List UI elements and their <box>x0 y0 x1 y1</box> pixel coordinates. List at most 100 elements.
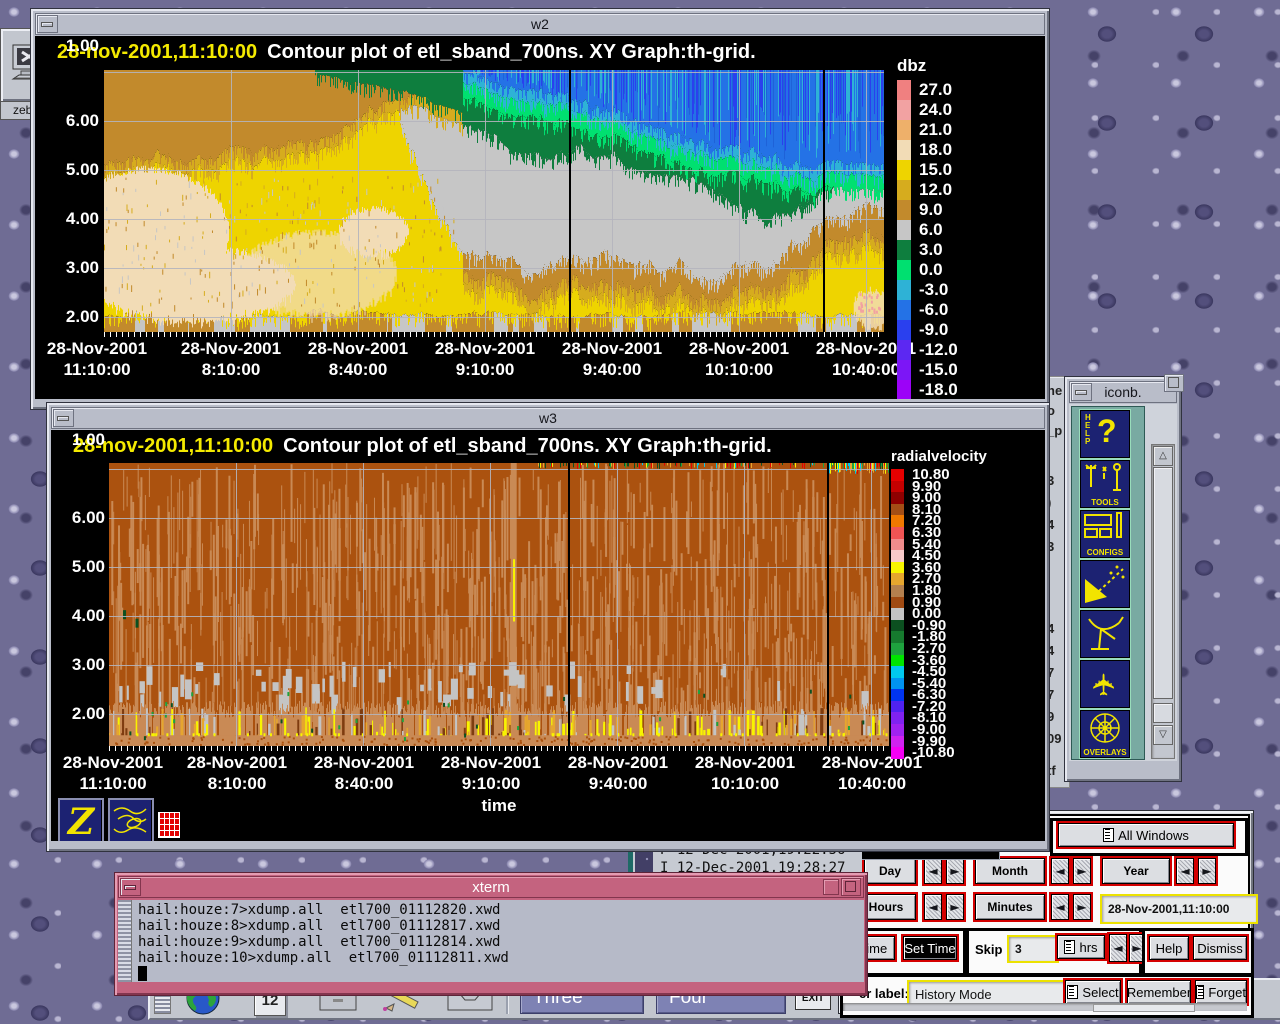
skip-back-button[interactable]: ◄ <box>1109 934 1127 962</box>
skip-field[interactable]: 3 <box>1007 935 1059 963</box>
y-tick-label: 5.00 <box>51 557 105 577</box>
resize-corner[interactable] <box>1164 374 1184 392</box>
x-tick-label: 28-Nov-200110:10:00 <box>683 752 807 794</box>
iconbox-window: iconb. HELP ? TOOLS <box>1064 376 1182 782</box>
x-tick-label: 28-Nov-20019:40:00 <box>550 338 674 380</box>
help-tool-icon[interactable]: HELP ? <box>1080 410 1130 458</box>
skip-group: Skip 3 hrs ◄ ► <box>966 928 1142 976</box>
desktop: 12 Three Four <box>0 0 1280 1024</box>
colorbar-entry: 24.0 <box>897 100 1037 120</box>
colorbar-value: -3.0 <box>919 280 948 300</box>
antenna-tool-icon[interactable] <box>1080 610 1130 658</box>
year-prev-button[interactable]: ◄ <box>1176 858 1194 884</box>
y-tick-label: 5.00 <box>43 160 99 180</box>
terminal-scrollbar[interactable] <box>118 900 132 982</box>
zebra-logo-icon[interactable]: Z <box>58 798 104 841</box>
x-tick-label: 28-Nov-20018:10:00 <box>169 338 293 380</box>
month-next-button[interactable]: ► <box>1073 858 1091 884</box>
dismiss-button[interactable]: Dismiss <box>1193 936 1247 960</box>
minimize-icon[interactable] <box>37 15 58 33</box>
colorbar-value: 27.0 <box>919 80 952 100</box>
panel-scrollbar-thumb[interactable] <box>1093 1004 1195 1012</box>
colorbar-value: -18.0 <box>919 380 958 399</box>
color-swatch <box>891 492 904 504</box>
year-button[interactable]: Year <box>1102 858 1170 884</box>
time-axis: 28-Nov-20018:10:00 28-Nov-20018:40:00 28… <box>35 338 1039 384</box>
month-prev-button[interactable]: ◄ <box>1051 858 1069 884</box>
colorbar-value: -10.80 <box>912 744 955 761</box>
scroll-down-icon[interactable]: ▽ <box>1153 725 1173 745</box>
color-swatch <box>897 200 911 220</box>
colorbar-value: -9.0 <box>919 320 948 340</box>
terminal-line: hail:houze:8>xdump.all etl700_01112817.x… <box>138 918 864 934</box>
maximize-icon[interactable] <box>841 878 861 896</box>
scrollbar-box[interactable] <box>1153 703 1173 723</box>
skip-unit-button[interactable]: hrs <box>1057 935 1105 959</box>
xterm-titlebar[interactable]: xterm <box>118 876 864 898</box>
contour-tool-icon[interactable] <box>108 798 154 841</box>
color-swatch <box>891 597 904 609</box>
color-swatch <box>897 100 911 120</box>
color-swatch <box>891 666 904 678</box>
colorbar-value: 24.0 <box>919 100 952 120</box>
color-swatch <box>897 360 911 380</box>
grid-tool-icon[interactable] <box>158 812 180 838</box>
day-prev-button[interactable]: ◄ <box>924 858 942 884</box>
all-windows-button[interactable]: All Windows <box>1058 823 1234 847</box>
radar-dish-glyph <box>1081 561 1129 607</box>
minimize-icon[interactable] <box>53 409 74 427</box>
color-swatch <box>897 220 911 240</box>
w2-titlebar[interactable]: w2 <box>35 13 1045 35</box>
terminal-line: hail:houze:7>xdump.all etl700_01112820.x… <box>138 902 864 918</box>
terminal-output[interactable]: hail:houze:7>xdump.all etl700_01112820.x… <box>118 900 864 982</box>
color-swatch <box>891 631 904 643</box>
tools-tool-icon[interactable]: TOOLS <box>1080 460 1130 508</box>
help-button[interactable]: Help <box>1149 936 1189 960</box>
w3-plot-area: 28-nov-2001,11:10:00Contour plot of etl_… <box>51 430 1045 841</box>
scroll-up-icon[interactable]: △ <box>1153 446 1173 466</box>
iconbox-scrollbar[interactable]: △ ▽ <box>1151 444 1175 759</box>
radar-dish-tool-icon[interactable] <box>1080 560 1130 608</box>
airplane-tool-icon[interactable]: ✈ <box>1080 660 1130 708</box>
colorbar-entry: 0.0 <box>897 260 1037 280</box>
select-button[interactable]: Select <box>1065 980 1121 1004</box>
colorbar-value: 15.0 <box>919 160 952 180</box>
remember-button[interactable]: Remember <box>1127 980 1191 1004</box>
month-button[interactable]: Month <box>975 858 1045 884</box>
datetime-field[interactable]: 28-Nov-2001,11:10:00 <box>1100 894 1258 924</box>
arrow-right-icon: ► <box>1132 941 1141 955</box>
titlebar-button[interactable] <box>823 879 839 895</box>
minimize-icon[interactable] <box>120 878 141 896</box>
x-axis-minor-ticks <box>104 332 884 337</box>
day-button[interactable]: Day <box>864 858 916 884</box>
overlays-tool-icon[interactable]: OVERLAYS <box>1080 710 1130 758</box>
colorbar-entry: -12.0 <box>897 340 1037 360</box>
color-swatch <box>891 469 904 481</box>
w3-titlebar[interactable]: w3 <box>51 407 1045 429</box>
color-swatch <box>897 280 911 300</box>
scrollbar-thumb[interactable] <box>1153 467 1173 699</box>
panel-scrollbar[interactable] <box>843 1003 1247 1011</box>
minimize-icon[interactable] <box>1071 383 1092 401</box>
colorbar-entry: 3.0 <box>897 240 1037 260</box>
terminal-line: hail:houze:9>xdump.all etl700_01112814.x… <box>138 934 864 950</box>
minutes-button[interactable]: Minutes <box>975 894 1045 920</box>
x-axis-minor-ticks <box>109 746 889 751</box>
hours-next-button[interactable]: ► <box>946 894 964 920</box>
colorbar-value: -15.0 <box>919 360 958 380</box>
color-swatch <box>897 180 911 200</box>
set-time-button[interactable]: Set Time <box>903 936 957 960</box>
minutes-prev-button[interactable]: ◄ <box>1051 894 1069 920</box>
year-next-button[interactable]: ► <box>1198 858 1216 884</box>
iconbox-titlebar[interactable]: iconb. <box>1069 381 1177 403</box>
time-axis: 28-Nov-20018:10:00 28-Nov-20018:40:00 28… <box>51 752 1041 798</box>
forget-button[interactable]: Forget <box>1195 980 1247 1004</box>
day-next-button[interactable]: ► <box>946 858 964 884</box>
configs-tool-icon[interactable]: CONFIGS <box>1080 510 1130 558</box>
colorbar-entry: -6.0 <box>897 300 1037 320</box>
color-swatch <box>897 380 911 399</box>
minutes-next-button[interactable]: ► <box>1073 894 1091 920</box>
y-tick-label: 4.00 <box>51 606 105 626</box>
color-swatch <box>891 550 904 562</box>
hours-prev-button[interactable]: ◄ <box>924 894 942 920</box>
